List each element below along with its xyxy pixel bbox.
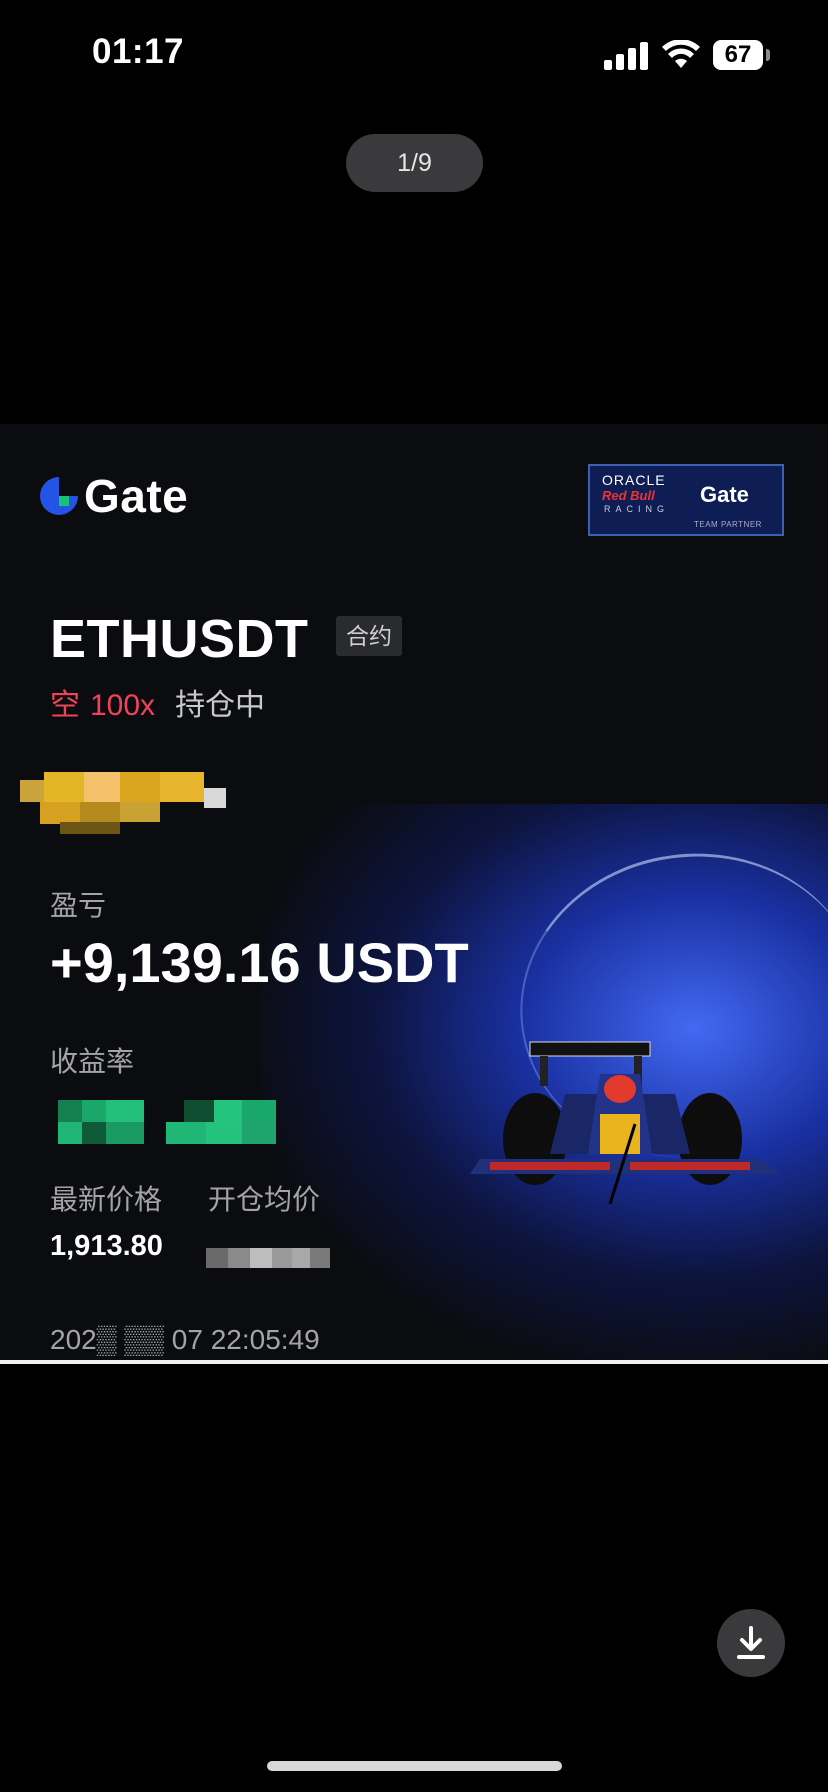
- status-bar: 01:17 67: [0, 0, 828, 110]
- badge-gate-text: Gate: [700, 482, 749, 507]
- entry-price-label: 开仓均价: [208, 1184, 321, 1215]
- last-price-label: 最新价格: [50, 1184, 163, 1215]
- censored-entry-price: [206, 1248, 330, 1272]
- roi-label: 收益率: [50, 1046, 135, 1077]
- gate-logo-mark-icon: [40, 477, 78, 515]
- race-car-image: [470, 1041, 780, 1204]
- leverage: 100x: [90, 689, 156, 722]
- battery-icon: 67: [713, 40, 763, 70]
- signal-icon: [604, 42, 648, 70]
- badge-partner-text: TEAM PARTNER: [694, 520, 762, 529]
- pnl-value: +9,139.16 USDT: [50, 931, 469, 994]
- home-indicator[interactable]: [267, 1761, 562, 1771]
- position-line: 空 100x 持仓中: [50, 680, 265, 724]
- page-indicator: 1/9: [346, 134, 483, 192]
- badge-redbull-text: Red Bull: [602, 488, 655, 503]
- contract-tag: 合约: [336, 616, 402, 656]
- badge-racing-text: RACING: [604, 504, 670, 514]
- position-side: 空: [50, 689, 80, 722]
- download-icon: [737, 1626, 765, 1659]
- status-time: 01:17: [92, 32, 185, 71]
- shared-image[interactable]: Gate ORACLE Red Bull RACING Gate TEAM PA…: [0, 424, 828, 1364]
- wifi-icon: [662, 40, 700, 68]
- team-partner-badge: ORACLE Red Bull RACING Gate TEAM PARTNER: [588, 464, 784, 536]
- timestamp: 202▒ ▒▒ 07 22:05:49: [50, 1324, 320, 1355]
- pnl-label: 盈亏: [50, 890, 107, 921]
- censored-username: [20, 772, 230, 834]
- gate-logo-text: Gate: [84, 470, 189, 522]
- divider-line: [0, 1360, 828, 1364]
- trading-pair: ETHUSDT: [50, 609, 309, 669]
- last-price-value: 1,913.80: [50, 1230, 163, 1262]
- badge-oracle-text: ORACLE: [602, 472, 666, 488]
- download-button[interactable]: [717, 1609, 785, 1677]
- battery-tip: [766, 49, 770, 61]
- position-status: 持仓中: [175, 689, 266, 722]
- gate-logo: Gate: [40, 470, 188, 522]
- censored-roi-value: [58, 1100, 298, 1150]
